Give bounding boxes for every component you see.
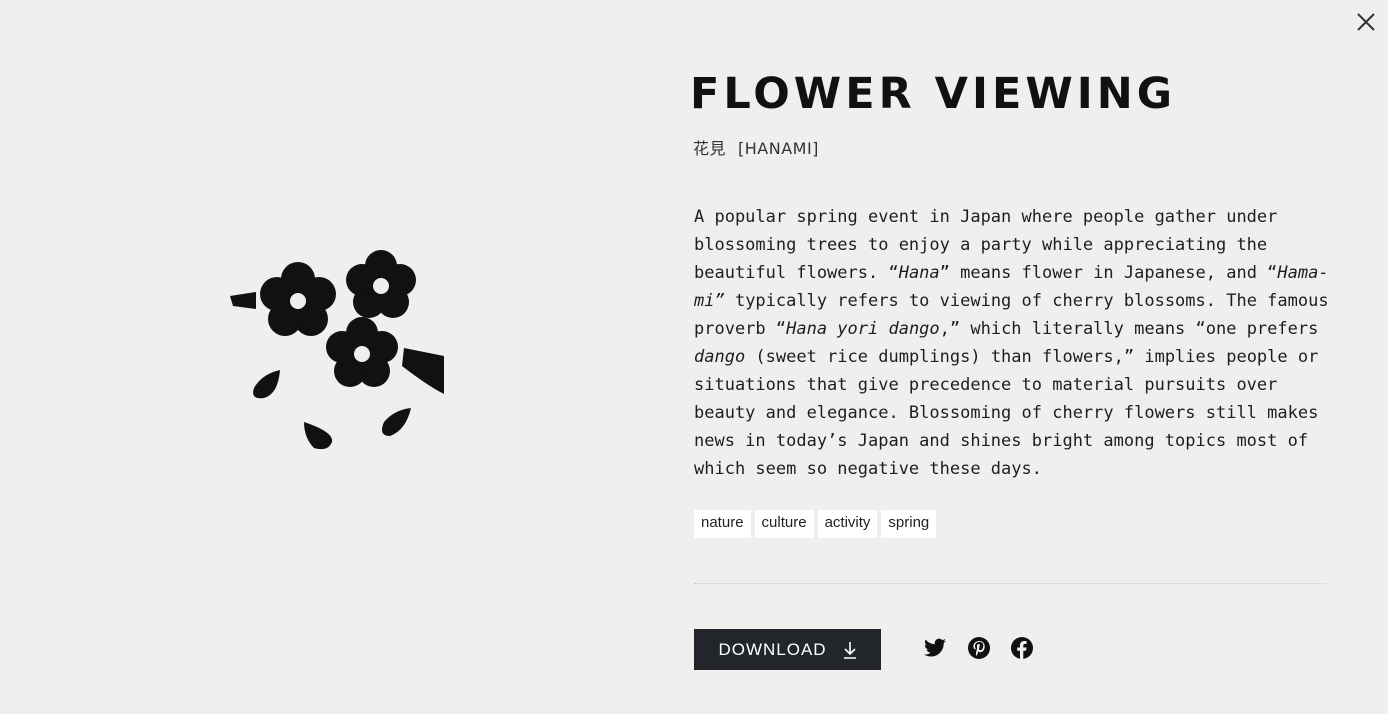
subtitle-romaji: [HANAMI] bbox=[738, 139, 819, 158]
description-emphasis: Hana bbox=[898, 263, 940, 283]
twitter-share-button[interactable] bbox=[923, 636, 947, 660]
page-title: FLOWER VIEWING bbox=[690, 69, 1177, 119]
download-icon bbox=[843, 641, 856, 659]
facebook-icon bbox=[1011, 637, 1033, 659]
cherry-blossom-illustration bbox=[228, 248, 448, 454]
tag-activity[interactable]: activity bbox=[817, 510, 878, 538]
description-emphasis: dango bbox=[694, 347, 746, 367]
description-text: (sweet rice dumplings) than flowers,” im… bbox=[694, 347, 1319, 479]
twitter-icon bbox=[924, 638, 946, 657]
tag-spring[interactable]: spring bbox=[881, 510, 937, 538]
tag-list: nature culture activity spring bbox=[694, 510, 937, 538]
pinterest-icon bbox=[968, 637, 990, 659]
description-emphasis: Hana yori dango bbox=[786, 319, 940, 339]
subtitle-kanji: 花見 bbox=[693, 139, 727, 158]
pinterest-share-button[interactable] bbox=[967, 636, 991, 660]
tag-nature[interactable]: nature bbox=[694, 510, 751, 538]
close-button[interactable] bbox=[1354, 10, 1378, 34]
description-text: ” means flower in Japanese, and “ bbox=[939, 263, 1278, 283]
description: A popular spring event in Japan where pe… bbox=[694, 203, 1334, 483]
subtitle: 花見 [HANAMI] bbox=[693, 138, 819, 160]
tag-culture[interactable]: culture bbox=[754, 510, 814, 538]
facebook-share-button[interactable] bbox=[1010, 636, 1034, 660]
divider bbox=[694, 583, 1326, 584]
detail-page: FLOWER VIEWING 花見 [HANAMI] A popular spri… bbox=[0, 0, 1388, 714]
close-icon bbox=[1357, 13, 1375, 31]
download-label: DOWNLOAD bbox=[718, 639, 827, 659]
description-text: ,” which literally means “one prefers bbox=[939, 319, 1319, 339]
download-button[interactable]: DOWNLOAD bbox=[694, 629, 881, 670]
